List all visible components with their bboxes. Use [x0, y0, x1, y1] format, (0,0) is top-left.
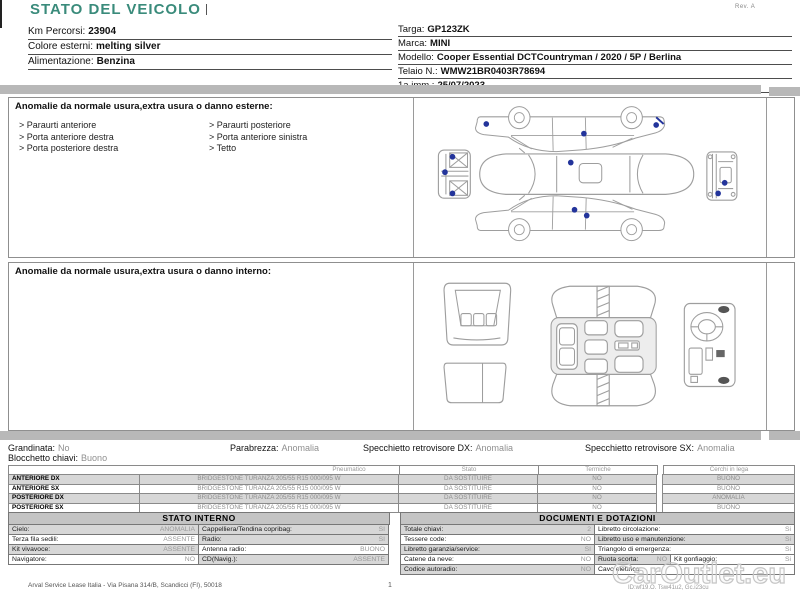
- title-divider: [206, 4, 207, 15]
- car-rear-view: [706, 151, 738, 201]
- caroutlet-watermark: CarOutlet.eu: [611, 557, 787, 590]
- exterior-anomaly-list-col2: > Paraurti posteriore > Porta anteriore …: [209, 120, 307, 155]
- car-top-view: [479, 147, 695, 201]
- vehicle-info-left: Km Percorsi: 23904 Colore esterni: melting…: [28, 26, 392, 71]
- page-title: STATO DEL VEICOLO: [30, 1, 201, 18]
- exterior-heading: Anomalie da normale usura,extra usura o …: [15, 101, 273, 112]
- field-value: GP123ZK: [427, 24, 470, 35]
- field-colore-esterni: Colore esterni: melting silver: [28, 41, 392, 55]
- anomaly-item: > Porta posteriore destra: [19, 143, 119, 153]
- cabin-view: [550, 285, 657, 407]
- field-marca: Marca: MINI: [398, 38, 792, 51]
- dashboard-view: [683, 302, 736, 388]
- trunk-lid-view: [443, 362, 507, 404]
- field-label: Km Percorsi:: [28, 26, 86, 37]
- car-exterior-views: [437, 106, 738, 242]
- anomaly-item: > Porta anteriore destra: [19, 131, 114, 142]
- field-modello: Modello: Cooper Essential DCTCountryman /…: [398, 52, 792, 65]
- corner-mark: [0, 0, 2, 28]
- field-value: Cooper Essential DCTCountryman / 2020 / …: [436, 52, 682, 63]
- field-value: 23904: [88, 26, 117, 37]
- check-blocchetto-chiavi: Blocchetto chiavi: Buono: [8, 453, 108, 463]
- field-label: Modello:: [398, 52, 434, 63]
- field-label: Colore esterni:: [28, 41, 94, 52]
- section-divider-bar: [769, 87, 800, 96]
- field-value: Benzina: [96, 56, 135, 67]
- anomaly-item: > Tetto: [209, 143, 237, 153]
- check-grandinata: Grandinata: No: [8, 443, 70, 453]
- car-side-view-top: [474, 106, 666, 153]
- exterior-damage-diagram: [413, 98, 767, 257]
- interior-anomalies-panel: Anomalie da normale usura,extra usura o …: [8, 262, 795, 431]
- field-targa: Targa: GP123ZK: [398, 24, 792, 37]
- section-divider-bar: [0, 85, 761, 94]
- anomaly-item: > Paraurti anteriore: [19, 120, 97, 130]
- check-specchietto-dx: Specchietto retrovisore DX: Anomalia: [363, 443, 514, 453]
- check-specchietto-sx: Specchietto retrovisore SX: Anomalia: [585, 443, 735, 453]
- interior-diagram: [413, 263, 767, 430]
- section-divider-bar: [0, 431, 761, 440]
- field-label: Telaio N.:: [398, 66, 438, 77]
- tire-table: Pneumatico Stato Termiche Cerchi in lega…: [8, 465, 795, 513]
- car-interior-views: [443, 282, 736, 407]
- exterior-anomaly-list-col1: > Paraurti anteriore > Porta anteriore d…: [19, 120, 118, 155]
- field-alimentazione: Alimentazione: Benzina: [28, 56, 392, 70]
- field-telaio: Telaio N.: WMW21BR0403R78694: [398, 66, 792, 79]
- revision-label: Rev. A: [735, 4, 756, 10]
- field-label: Targa:: [398, 24, 425, 35]
- anomaly-item: > Paraurti posteriore: [209, 120, 291, 130]
- car-side-view-bottom: [474, 195, 666, 242]
- footer-page-number: 1: [388, 582, 392, 589]
- field-value: melting silver: [96, 41, 161, 52]
- interior-heading: Anomalie da normale usura,extra usura o …: [15, 266, 272, 277]
- field-km-percorsi: Km Percorsi: 23904: [28, 26, 392, 40]
- anomaly-item: > Porta anteriore sinistra: [209, 131, 308, 142]
- field-value: WMW21BR0403R78694: [440, 66, 546, 77]
- table-row: Navigatore: NO CD(Navig.): ASSENTE: [8, 554, 390, 565]
- field-value: MINI: [430, 38, 451, 49]
- section-divider-bar: [769, 431, 800, 440]
- footer-company: Arval Service Lease Italia - Via Pisana …: [28, 582, 222, 589]
- field-label: Marca:: [398, 38, 428, 49]
- exterior-anomalies-panel: Anomalie da normale usura,extra usura o …: [8, 97, 795, 258]
- trunk-view: [443, 282, 512, 346]
- vehicle-info-right: Targa: GP123ZK Marca: MINI Modello: Cooper …: [398, 24, 792, 94]
- check-parabrezza: Parabrezza: Anomalia: [230, 443, 320, 453]
- field-label: Alimentazione:: [28, 56, 94, 67]
- stato-interno-table: STATO INTERNO Cielo: ANOMALIA Cappelliera…: [8, 512, 390, 565]
